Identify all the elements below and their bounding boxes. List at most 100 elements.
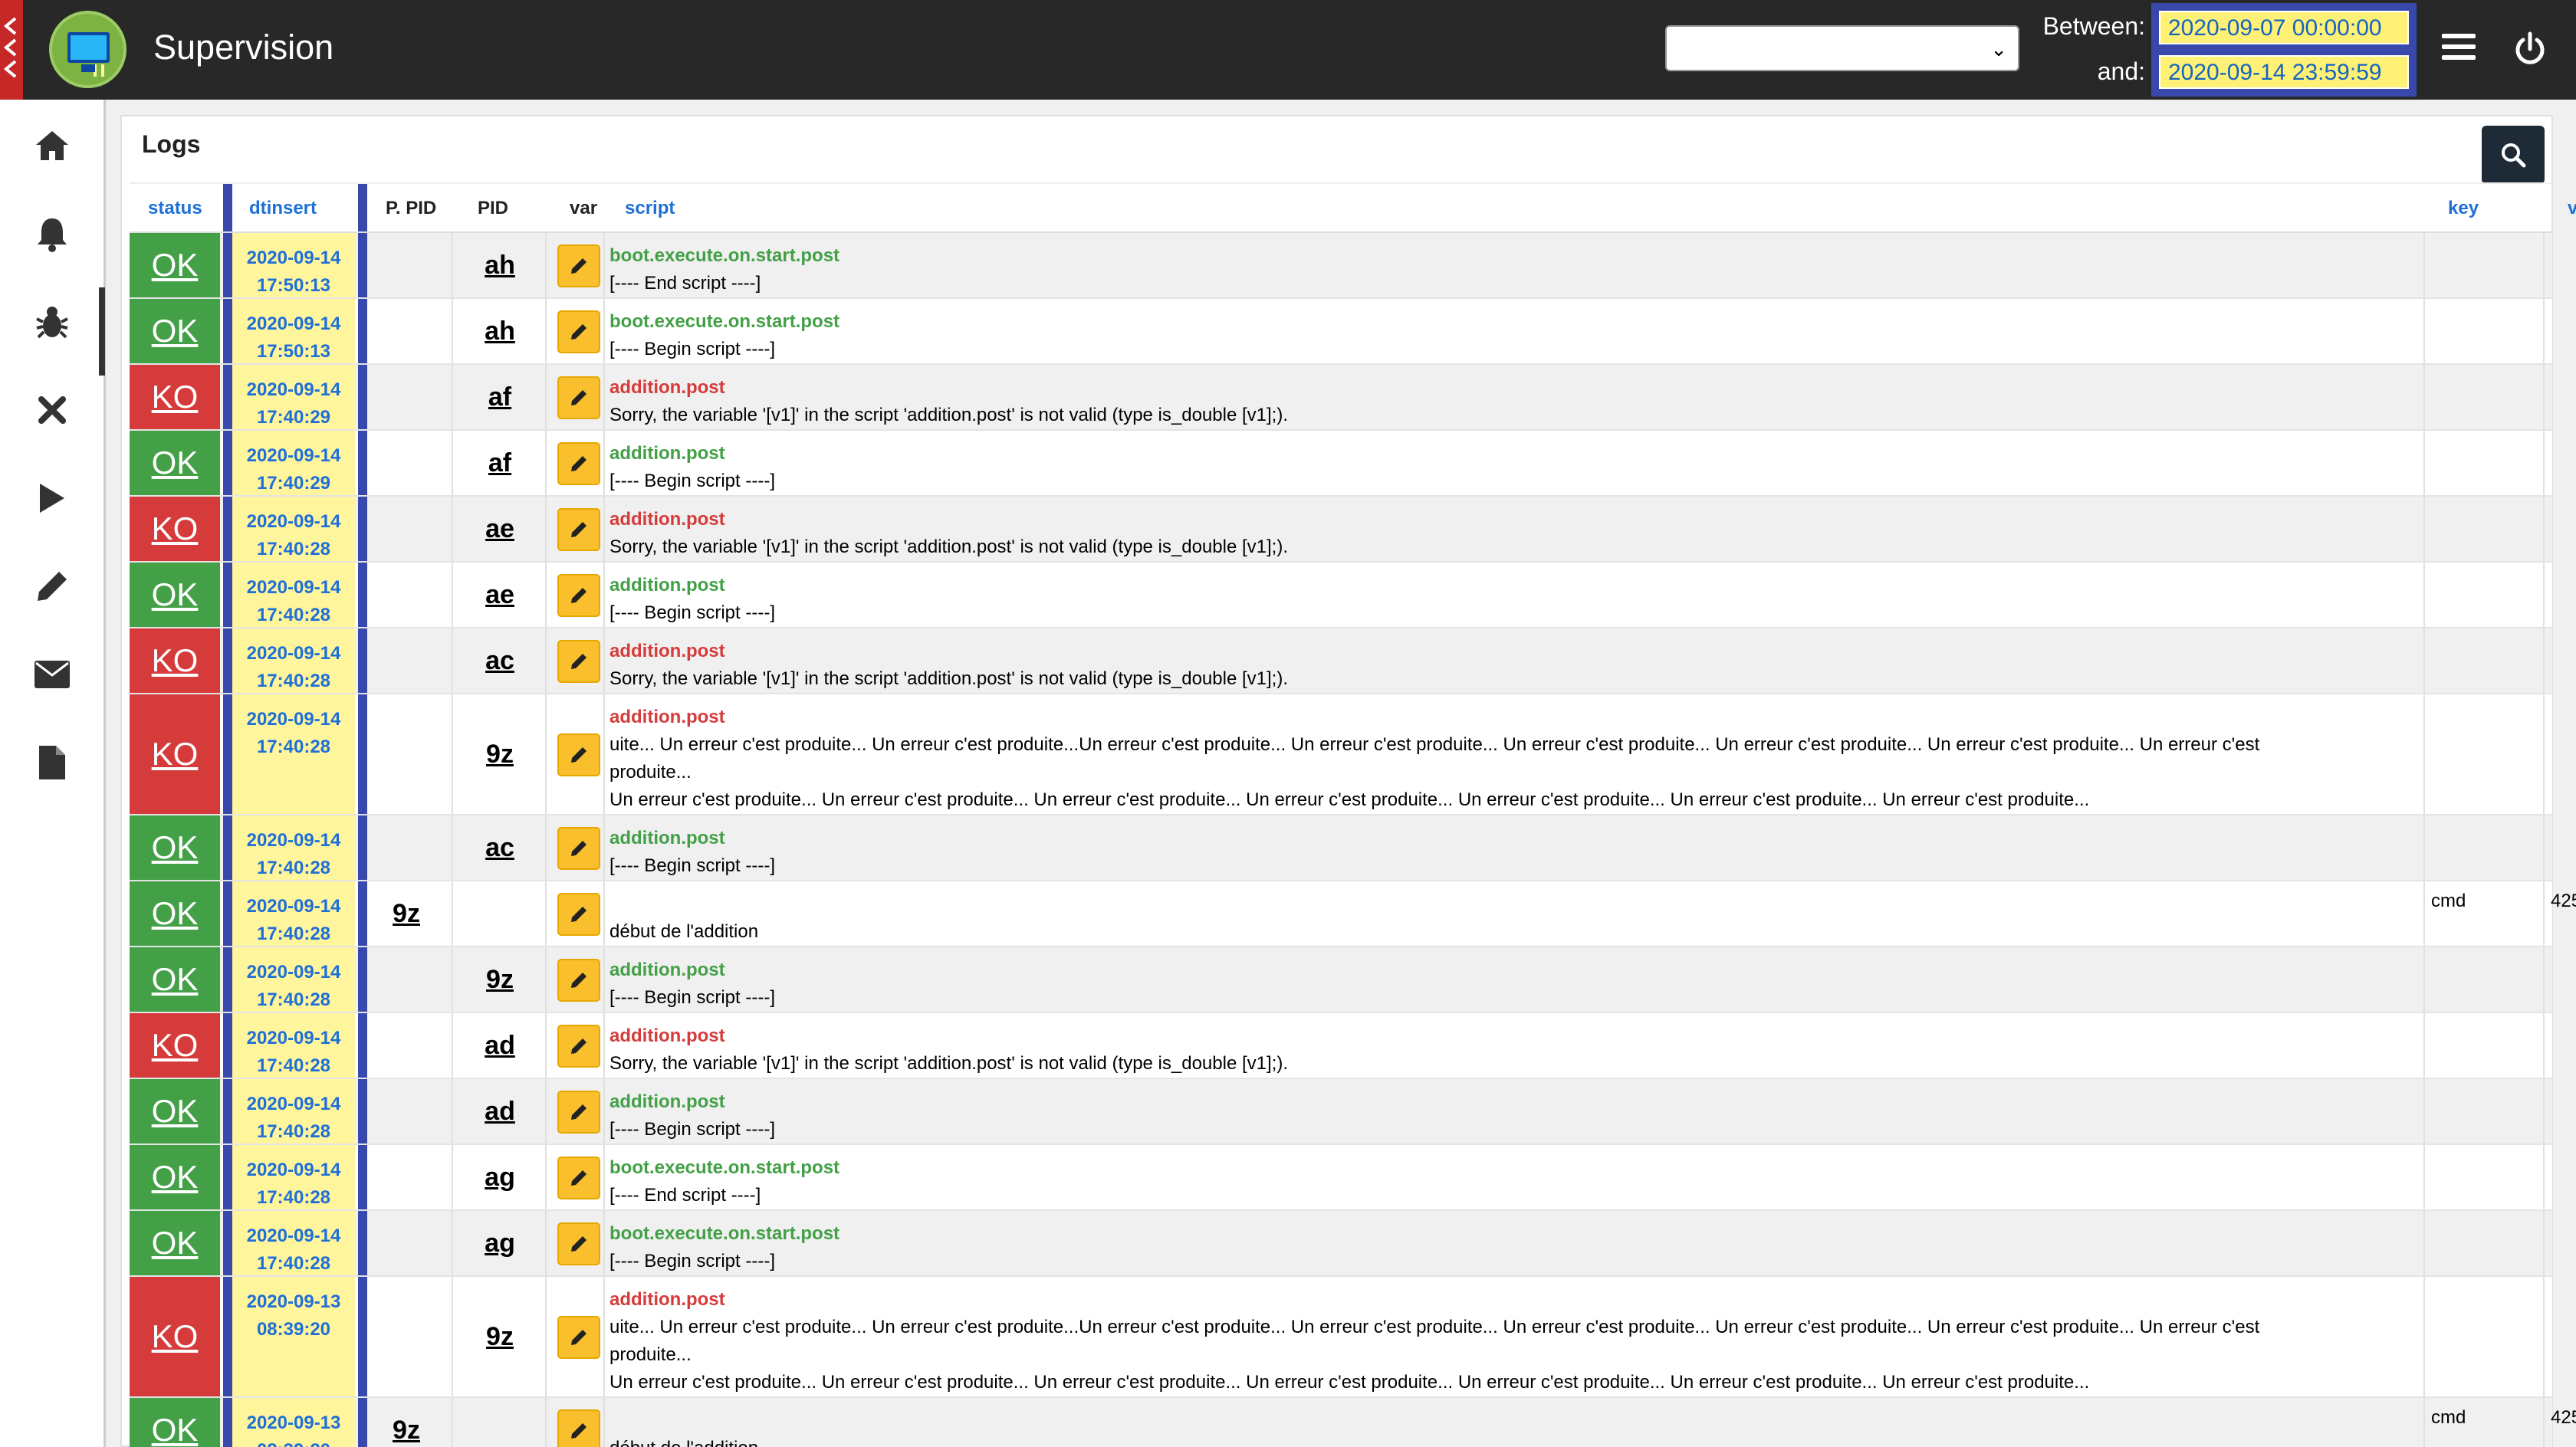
ppid-link[interactable]: 9z: [361, 881, 452, 946]
table-row[interactable]: KO 2020-09-14 17:40:28 9z addition.post uite.…: [130, 694, 2552, 815]
sidebar-item-edit[interactable]: [29, 563, 75, 609]
date-to-input[interactable]: 2020-09-14 23:59:59: [2157, 54, 2410, 90]
table-row[interactable]: KO 2020-09-14 17:40:28 ad addition.post Sorry…: [130, 1013, 2552, 1079]
table-row[interactable]: KO 2020-09-13 08:39:20 9z addition.post uite.…: [130, 1277, 2552, 1398]
status-badge[interactable]: OK: [130, 1211, 220, 1275]
status-badge[interactable]: KO: [130, 1277, 220, 1396]
status-badge[interactable]: OK: [130, 1145, 220, 1209]
table-row[interactable]: KO 2020-09-14 17:40:28 ae addition.post Sorry…: [130, 497, 2552, 563]
status-badge[interactable]: OK: [130, 815, 220, 880]
ppid-link[interactable]: [361, 628, 452, 693]
status-badge[interactable]: KO: [130, 628, 220, 693]
status-badge[interactable]: KO: [130, 1013, 220, 1078]
ppid-link[interactable]: [361, 1013, 452, 1078]
edit-button[interactable]: [557, 244, 600, 287]
pid-link[interactable]: ad: [455, 1013, 545, 1078]
pid-link[interactable]: ad: [455, 1079, 545, 1143]
status-badge[interactable]: OK: [130, 563, 220, 627]
ppid-link[interactable]: [361, 1211, 452, 1275]
sidebar-item-close[interactable]: [29, 387, 75, 433]
date-from-input[interactable]: 2020-09-07 00:00:00: [2157, 9, 2410, 46]
pid-link[interactable]: ah: [455, 299, 545, 363]
table-row[interactable]: OK 2020-09-14 17:40:28 ac addition.post [----…: [130, 815, 2552, 881]
column-header-status[interactable]: status: [148, 184, 202, 233]
pid-link[interactable]: 9z: [455, 694, 545, 814]
pid-link[interactable]: [455, 1398, 545, 1447]
table-row[interactable]: OK 2020-09-14 17:40:28 ag boot.execute.on.st…: [130, 1211, 2552, 1277]
edit-button[interactable]: [557, 574, 600, 617]
pid-link[interactable]: [455, 881, 545, 946]
pid-link[interactable]: ag: [455, 1145, 545, 1209]
collapse-sidebar-toggle[interactable]: [0, 0, 23, 100]
ppid-link[interactable]: [361, 365, 452, 429]
status-badge[interactable]: OK: [130, 233, 220, 297]
filter-select[interactable]: ⌄: [1665, 25, 2019, 71]
sidebar-item-home[interactable]: [29, 123, 75, 169]
ppid-link[interactable]: [361, 431, 452, 495]
pid-link[interactable]: ae: [455, 563, 545, 627]
table-row[interactable]: OK 2020-09-14 17:40:28 ag boot.execute.on.st…: [130, 1145, 2552, 1211]
status-badge[interactable]: KO: [130, 365, 220, 429]
status-badge[interactable]: OK: [130, 299, 220, 363]
ppid-link[interactable]: [361, 1079, 452, 1143]
table-row[interactable]: OK 2020-09-14 17:40:28 ae addition.post [----…: [130, 563, 2552, 628]
edit-button[interactable]: [557, 1025, 600, 1068]
edit-button[interactable]: [557, 508, 600, 551]
status-badge[interactable]: KO: [130, 497, 220, 561]
sidebar-item-run[interactable]: [29, 475, 75, 521]
edit-button[interactable]: [557, 442, 600, 485]
edit-button[interactable]: [557, 1091, 600, 1134]
sidebar-item-mail[interactable]: [29, 651, 75, 697]
ppid-link[interactable]: [361, 563, 452, 627]
edit-button[interactable]: [557, 640, 600, 683]
ppid-link[interactable]: [361, 694, 452, 814]
column-header-val[interactable]: val: [2568, 184, 2576, 233]
edit-button[interactable]: [557, 1409, 600, 1447]
edit-button[interactable]: [557, 827, 600, 870]
edit-button[interactable]: [557, 959, 600, 1002]
pid-link[interactable]: ac: [455, 628, 545, 693]
column-header-script[interactable]: script: [625, 184, 675, 233]
table-row[interactable]: OK 2020-09-14 17:40:28 9z addition.post [----…: [130, 947, 2552, 1013]
edit-button[interactable]: [557, 893, 600, 936]
search-button[interactable]: [2482, 126, 2545, 184]
sidebar-item-debug[interactable]: [29, 299, 75, 345]
edit-button[interactable]: [557, 310, 600, 353]
status-badge[interactable]: KO: [130, 694, 220, 814]
status-badge[interactable]: OK: [130, 1398, 220, 1447]
table-row[interactable]: OK 2020-09-13 08:39:20 9z début de l'additi…: [130, 1398, 2576, 1447]
power-button[interactable]: [2512, 31, 2548, 67]
pid-link[interactable]: af: [455, 431, 545, 495]
pid-link[interactable]: ae: [455, 497, 545, 561]
ppid-link[interactable]: [361, 1145, 452, 1209]
pid-link[interactable]: ah: [455, 233, 545, 297]
table-row[interactable]: OK 2020-09-14 17:40:28 ad addition.post [----…: [130, 1079, 2552, 1145]
column-header-dtinsert[interactable]: dtinsert: [249, 184, 317, 233]
pid-link[interactable]: ag: [455, 1211, 545, 1275]
table-row[interactable]: KO 2020-09-14 17:40:29 af addition.post Sorry…: [130, 365, 2552, 431]
table-row[interactable]: OK 2020-09-14 17:50:13 ah boot.execute.on.st…: [130, 233, 2552, 299]
table-row[interactable]: OK 2020-09-14 17:50:13 ah boot.execute.on.st…: [130, 299, 2552, 365]
status-badge[interactable]: OK: [130, 881, 220, 946]
sidebar-item-files[interactable]: [29, 740, 75, 786]
ppid-link[interactable]: 9z: [361, 1398, 452, 1447]
status-badge[interactable]: OK: [130, 947, 220, 1012]
edit-button[interactable]: [557, 376, 600, 419]
ppid-link[interactable]: [361, 299, 452, 363]
table-row[interactable]: KO 2020-09-14 17:40:28 ac addition.post Sorry…: [130, 628, 2552, 694]
column-header-key[interactable]: key: [2448, 184, 2479, 233]
pid-link[interactable]: 9z: [455, 1277, 545, 1396]
status-badge[interactable]: OK: [130, 1079, 220, 1143]
sidebar-item-alerts[interactable]: [29, 211, 75, 257]
edit-button[interactable]: [557, 1222, 600, 1265]
pid-link[interactable]: af: [455, 365, 545, 429]
table-row[interactable]: OK 2020-09-14 17:40:29 af addition.post [----…: [130, 431, 2552, 497]
pid-link[interactable]: ac: [455, 815, 545, 880]
ppid-link[interactable]: [361, 1277, 452, 1396]
table-row[interactable]: OK 2020-09-14 17:40:28 9z début de l'additi…: [130, 881, 2576, 947]
edit-button[interactable]: [557, 1316, 600, 1359]
edit-button[interactable]: [557, 1157, 600, 1199]
ppid-link[interactable]: [361, 815, 452, 880]
pid-link[interactable]: 9z: [455, 947, 545, 1012]
edit-button[interactable]: [557, 733, 600, 776]
